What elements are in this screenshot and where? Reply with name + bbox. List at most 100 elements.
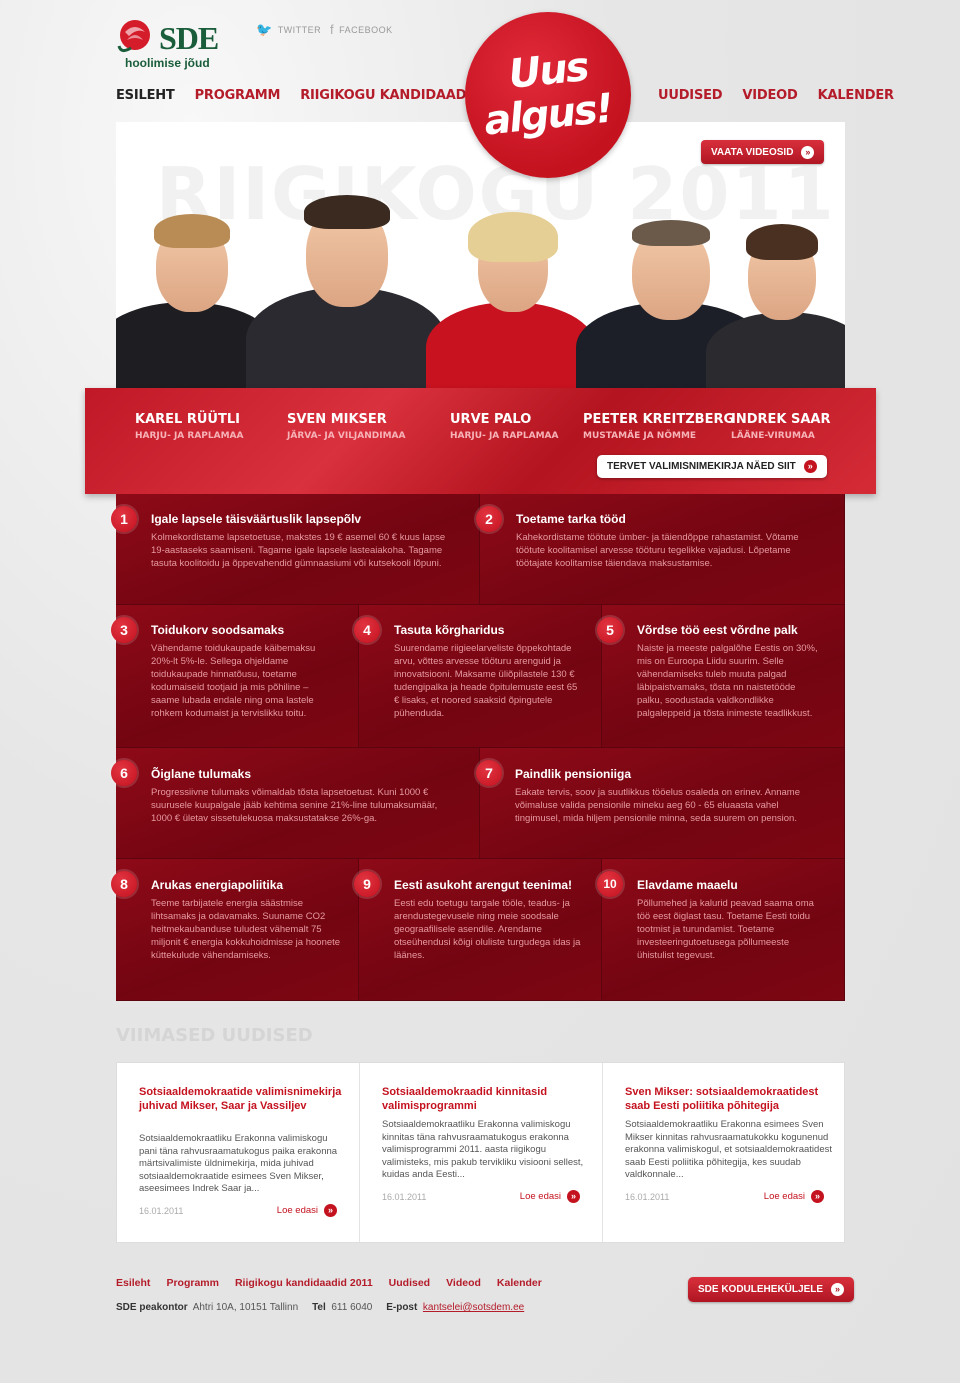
program-title: Õiglane tulumaks [151, 767, 252, 781]
nav-kalender[interactable]: KALENDER [818, 88, 894, 103]
program-number-badge: 1 [111, 506, 137, 532]
program-text: Teeme tarbijatele energia säästmise liht… [151, 898, 341, 961]
nav-uudised[interactable]: UUDISED [658, 88, 723, 103]
program-title: Toidukorv soodsamaks [151, 623, 285, 637]
footer-link-esileht[interactable]: Esileht [116, 1277, 150, 1289]
arrow-right-icon: » [567, 1190, 580, 1203]
candidate-card[interactable]: KAREL RÜÜTLI HARJU- JA RAPLAMAA [135, 412, 243, 441]
facebook-link[interactable]: f FACEBOOK [330, 22, 393, 37]
uus-algus-badge: Uus algus! [465, 12, 631, 178]
nav-programm[interactable]: PROGRAMM [195, 88, 281, 103]
office-label: SDE peakontor [116, 1302, 188, 1313]
program-number-badge: 4 [354, 617, 380, 643]
program-number-badge: 5 [597, 617, 623, 643]
program-title: Tasuta kõrgharidus [394, 623, 505, 637]
news-date: 16.01.2011 [139, 1206, 184, 1216]
program-text: Progressiivne tulumaks võimaldab tõsta l… [151, 787, 438, 824]
candidate-name: KAREL RÜÜTLI [135, 412, 240, 427]
news-title[interactable]: Sven Mikser: sotsiaaldemokraatidest saab… [625, 1085, 832, 1113]
tel-number: 611 6040 [331, 1302, 373, 1313]
read-more-link[interactable]: Loe edasi » [520, 1190, 580, 1203]
candidates-band: KAREL RÜÜTLI HARJU- JA RAPLAMAA SVEN MIK… [85, 388, 876, 494]
program-title: Toetame tarka tööd [516, 512, 626, 526]
footer-link-videod[interactable]: Videod [446, 1277, 481, 1289]
full-candidate-list-button[interactable]: TERVET VALIMISNIMEKIRJA NÄED SIIT » [597, 455, 827, 478]
program-title: Võrdse töö eest võrdne palk [637, 623, 798, 637]
read-more-link[interactable]: Loe edasi » [764, 1190, 824, 1203]
twitter-link[interactable]: 🐦 TWITTER [256, 22, 321, 38]
footer-link-programm[interactable]: Programm [166, 1277, 219, 1289]
candidate-card[interactable]: PEETER KREITZBERG MUSTAMÄE JA NÕMME [583, 412, 734, 441]
office-address: Ahtri 10A, 10151 Tallinn [192, 1302, 299, 1313]
news-item: Sotsiaaldemokraatide valimisnimekirja ju… [117, 1063, 360, 1242]
footer-contact: SDE peakontor Ahtri 10A, 10151 Tallinn T… [116, 1302, 524, 1313]
news-title[interactable]: Sotsiaaldemokraatide valimisnimekirja ju… [139, 1085, 345, 1113]
program-text: Kahekordistame töötute ümber- ja täiendõ… [516, 532, 799, 569]
news-panel: Sotsiaaldemokraatide valimisnimekirja ju… [116, 1062, 845, 1243]
footer-link-kandidaadid[interactable]: Riigikogu kandidaadid 2011 [235, 1277, 373, 1289]
nav-esileht[interactable]: ESILEHT [116, 88, 175, 103]
candidate-name: SVEN MIKSER [287, 412, 387, 427]
news-text: Sotsiaaldemokraatliku Erakonna valimisko… [139, 1133, 338, 1194]
program-number-badge: 2 [476, 506, 502, 532]
news-heading: VIIMASED UUDISED [116, 1025, 313, 1046]
sde-logo[interactable]: SDE hoolimise jõud [115, 18, 225, 73]
candidate-name: PEETER KREITZBERG [583, 412, 735, 427]
nav-videod[interactable]: VIDEOD [742, 88, 797, 103]
candidate-card[interactable]: SVEN MIKSER JÄRVA- JA VILJANDIMAA [287, 412, 405, 441]
news-date: 16.01.2011 [625, 1192, 670, 1202]
program-number-badge: 3 [111, 617, 137, 643]
program-item[interactable]: Võrdse töö eest võrdne palk Naiste ja me… [602, 605, 845, 748]
program-grid: Igale lapsele täisväärtuslik lapsepõlv K… [116, 494, 845, 1001]
read-more-label: Loe edasi [763, 1191, 805, 1202]
read-more-link[interactable]: Loe edasi » [277, 1204, 337, 1217]
program-text: Vähendame toidukaupade käibemaksu 20%-lt… [151, 643, 316, 719]
footer-link-uudised[interactable]: Uudised [389, 1277, 430, 1289]
program-number-badge: 9 [354, 871, 380, 897]
program-title: Elavdame maaelu [637, 878, 738, 892]
program-title: Arukas energiapoliitika [151, 878, 284, 892]
program-item[interactable]: Igale lapsele täisväärtuslik lapsepõlv K… [116, 494, 480, 605]
news-item: Sven Mikser: sotsiaaldemokraatidest saab… [603, 1063, 846, 1242]
arrow-right-icon: » [803, 460, 817, 473]
candidate-card[interactable]: URVE PALO HARJU- JA RAPLAMAA [450, 412, 558, 441]
homepage-button-label: SDE KODULEHEKÜLJELE [698, 1284, 824, 1295]
read-more-label: Loe edasi [519, 1191, 561, 1202]
footer-link-kalender[interactable]: Kalender [497, 1277, 542, 1289]
program-number-badge: 6 [111, 760, 137, 786]
candidate-region: JÄRVA- JA VILJANDIMAA [287, 431, 406, 441]
watch-videos-button[interactable]: VAATA VIDEOSID » [701, 140, 825, 164]
program-text: Kolmekordistame lapsetoetuse, makstes 19… [151, 532, 446, 569]
program-item[interactable]: Tasuta kõrgharidus Suurendame riigieelar… [359, 605, 602, 748]
main-nav-left: ESILEHT PROGRAMM RIIGIKOGU KANDIDAADID 2… [116, 88, 521, 103]
news-date: 16.01.2011 [382, 1192, 427, 1202]
candidate-name: URVE PALO [450, 412, 532, 427]
program-number-badge: 7 [476, 760, 502, 786]
read-more-label: Loe edasi [276, 1205, 318, 1216]
full-list-label: TERVET VALIMISNIMEKIRJA NÄED SIIT [607, 461, 796, 472]
candidate-region: MUSTAMÄE JA NÕMME [583, 431, 697, 441]
candidate-photo-5 [706, 212, 845, 392]
program-title: Igale lapsele täisväärtuslik lapsepõlv [151, 512, 362, 526]
email-link[interactable]: kantselei@sotsdem.ee [423, 1302, 524, 1313]
candidate-region: HARJU- JA RAPLAMAA [450, 431, 559, 441]
program-text: Suurendame riigieelarveliste õppekohtade… [394, 643, 578, 719]
news-item: Sotsiaaldemokraadid kinnitasid valimispr… [360, 1063, 603, 1242]
news-text: Sotsiaaldemokraatliku Erakonna esimees S… [625, 1119, 832, 1180]
facebook-label: FACEBOOK [339, 24, 393, 35]
twitter-label: TWITTER [277, 25, 322, 35]
program-item[interactable]: Paindlik pensioniiga Eakate tervis, soov… [480, 748, 845, 859]
program-item[interactable]: Õiglane tulumaks Progressiivne tulumaks … [116, 748, 480, 859]
program-item[interactable]: Eesti asukoht arengut teenima! Eesti edu… [359, 859, 602, 1001]
program-item[interactable]: Toidukorv soodsamaks Vähendame toidukaup… [116, 605, 359, 748]
twitter-icon: 🐦 [256, 22, 273, 37]
footer-nav: Esileht Programm Riigikogu kandidaadid 2… [116, 1277, 542, 1289]
candidate-card[interactable]: INDREK SAAR LÄÄNE-VIRUMAA [731, 412, 831, 441]
news-title[interactable]: Sotsiaaldemokraadid kinnitasid valimispr… [382, 1085, 588, 1113]
sde-homepage-button[interactable]: SDE KODULEHEKÜLJELE » [688, 1277, 855, 1302]
program-item[interactable]: Arukas energiapoliitika Teeme tarbijatel… [116, 859, 359, 1001]
facebook-icon: f [330, 22, 335, 37]
program-item[interactable]: Elavdame maaelu Põllumehed ja kalurid pe… [602, 859, 845, 1001]
program-item[interactable]: Toetame tarka tööd Kahekordistame töötut… [480, 494, 845, 605]
arrow-right-icon: » [801, 145, 815, 159]
